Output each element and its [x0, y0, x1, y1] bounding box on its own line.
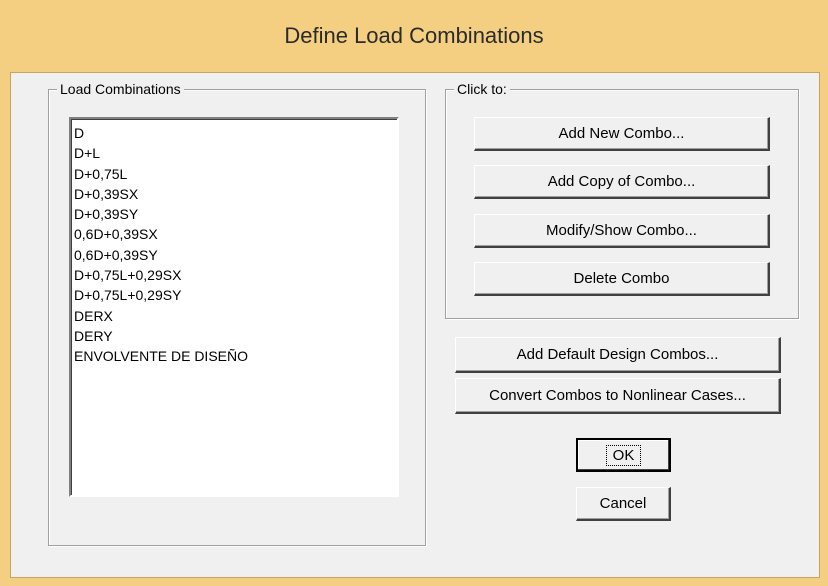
convert-combos-to-nonlinear-cases-button[interactable]: Convert Combos to Nonlinear Cases...: [455, 378, 781, 414]
click-to-group: Click to: Add New Combo... Add Copy of C…: [445, 81, 799, 319]
list-item[interactable]: DERY: [74, 326, 397, 346]
load-combinations-group: Load Combinations D D+L D+0,75L D+0,39SX…: [48, 81, 426, 546]
list-item[interactable]: D+0,75L+0,29SX: [74, 265, 397, 285]
list-item[interactable]: D: [74, 123, 397, 143]
add-default-design-combos-button[interactable]: Add Default Design Combos...: [455, 337, 781, 373]
load-combinations-label: Load Combinations: [57, 81, 184, 97]
list-item[interactable]: D+0,39SX: [74, 184, 397, 204]
list-item[interactable]: 0,6D+0,39SY: [74, 245, 397, 265]
list-item[interactable]: D+0,75L+0,29SY: [74, 285, 397, 305]
window-title: Define Load Combinations: [284, 23, 544, 48]
list-item[interactable]: ENVOLVENTE DE DISEÑO: [74, 346, 397, 366]
click-to-label: Click to:: [454, 81, 510, 97]
ok-button[interactable]: OK: [576, 438, 671, 472]
delete-combo-button[interactable]: Delete Combo: [474, 262, 770, 296]
add-new-combo-button[interactable]: Add New Combo...: [474, 117, 770, 151]
cancel-button[interactable]: Cancel: [576, 487, 671, 521]
list-item[interactable]: 0,6D+0,39SX: [74, 224, 397, 244]
window-title-bar[interactable]: Define Load Combinations: [0, 0, 828, 72]
modify-show-combo-button[interactable]: Modify/Show Combo...: [474, 214, 770, 248]
ok-button-label: OK: [605, 444, 642, 466]
list-item[interactable]: DERX: [74, 306, 397, 326]
list-item[interactable]: D+0,75L: [74, 164, 397, 184]
list-item[interactable]: D+0,39SY: [74, 204, 397, 224]
dialog-body: Load Combinations D D+L D+0,75L D+0,39SX…: [10, 72, 820, 578]
list-item[interactable]: D+L: [74, 143, 397, 163]
add-copy-of-combo-button[interactable]: Add Copy of Combo...: [474, 165, 770, 199]
load-combinations-list[interactable]: D D+L D+0,75L D+0,39SX D+0,39SY 0,6D+0,3…: [69, 117, 399, 497]
